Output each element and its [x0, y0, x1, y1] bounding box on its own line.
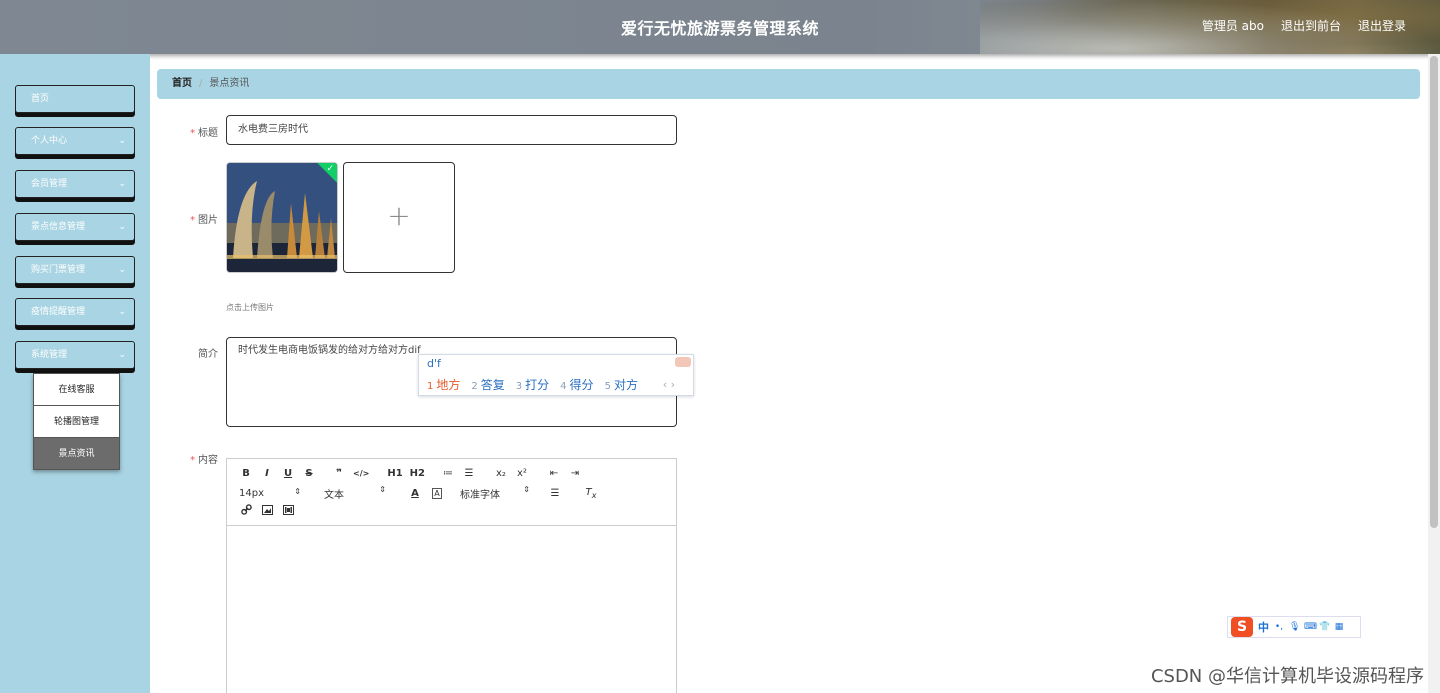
ime-mode-indicator[interactable]: 中	[1258, 619, 1269, 635]
content-label: * 内容	[190, 455, 218, 466]
sidebar-item-label: 个人中心	[31, 136, 68, 146]
h1-button[interactable]: H1	[387, 468, 402, 479]
background-color-icon[interactable]: A	[432, 488, 442, 499]
font-color-icon[interactable]: A	[408, 488, 422, 499]
breadcrumb: 首页 / 景点资讯	[157, 69, 1420, 99]
ordered-list-button[interactable]: ≔	[441, 468, 455, 479]
chevron-down-icon: ⌄	[118, 265, 126, 275]
sidebar-item-tickets[interactable]: 购买门票管理 ⌄	[15, 256, 135, 284]
sidebar-item-label: 系统管理	[31, 350, 68, 360]
breadcrumb-current: 景点资讯	[209, 78, 250, 89]
clear-format-icon[interactable]: Tx	[584, 487, 598, 500]
chevron-up-icon: ⌄	[118, 350, 126, 360]
system-submenu: 在线客服 轮播图管理 景点资讯	[33, 373, 120, 470]
ime-candidate[interactable]: 5 对方	[605, 376, 638, 393]
back-to-front-link[interactable]: 退出到前台	[1281, 17, 1341, 34]
breadcrumb-separator: /	[199, 78, 203, 89]
italic-button[interactable]: I	[260, 468, 274, 479]
ime-pinyin: d'f	[427, 357, 441, 370]
scenic-photo	[227, 163, 337, 272]
subscript-button[interactable]: x₂	[494, 468, 508, 479]
submenu-item-carousel[interactable]: 轮播图管理	[33, 405, 120, 438]
ime-page-arrows[interactable]: ‹ ›	[663, 378, 675, 391]
submenu-item-scenic-news[interactable]: 景点资讯	[33, 437, 120, 470]
sidebar-item-label: 购买门票管理	[31, 265, 86, 275]
sogou-logo-icon	[675, 357, 691, 367]
sidebar-item-profile[interactable]: 个人中心 ⌄	[15, 127, 135, 155]
ime-candidate-window: d'f 1 地方 2 答复 3 打分 4 得分 5 对方 ‹ ›	[418, 354, 694, 396]
title-input[interactable]: 水电费三房时代	[226, 115, 677, 145]
breadcrumb-home[interactable]: 首页	[172, 78, 192, 89]
block-type-select[interactable]: 文本 ⇕	[324, 485, 386, 501]
sidebar-item-epidemic[interactable]: 疫情提醒管理 ⌄	[15, 298, 135, 326]
scrollbar-thumb[interactable]	[1430, 56, 1438, 528]
sidebar-item-home[interactable]: 首页	[15, 85, 135, 113]
microphone-icon[interactable]: 🎙	[1289, 622, 1300, 632]
check-icon: ✓	[326, 164, 334, 174]
header-actions: 管理员 abo 退出到前台 退出登录	[1202, 17, 1406, 34]
punctuation-icon[interactable]: •,	[1274, 622, 1284, 632]
toolbox-icon[interactable]: ▦	[1334, 622, 1344, 632]
current-user: 管理员 abo	[1201, 19, 1264, 33]
image-label: * 图片	[190, 215, 218, 226]
uploaded-image-thumbnail[interactable]: ✓	[226, 162, 338, 273]
keyboard-icon[interactable]: ⌨	[1304, 622, 1317, 632]
align-icon[interactable]: ☰	[548, 488, 562, 499]
outdent-button[interactable]: ⇤	[547, 468, 561, 479]
sidebar-item-scenic-info[interactable]: 景点信息管理 ⌄	[15, 213, 135, 241]
page-scrollbar[interactable]	[1428, 54, 1440, 693]
link-icon[interactable]	[239, 504, 253, 518]
ime-status-bar: S 中 •, 🎙 ⌨ 👕 ▦	[1227, 616, 1361, 638]
h2-button[interactable]: H2	[410, 468, 425, 479]
top-header: 爱行无忧旅游票务管理系统 管理员 abo 退出到前台 退出登录	[0, 0, 1440, 54]
editor-toolbar: B I U S ❞ </> H1 H2 ≔ ☰ x₂ x² ⇤ ⇥ 14px ⇕ …	[227, 459, 676, 526]
ime-candidate[interactable]: 3 打分	[516, 376, 549, 393]
submenu-item-online-service[interactable]: 在线客服	[33, 373, 120, 406]
image-upload-button[interactable]: +	[343, 162, 455, 273]
image-icon[interactable]	[260, 504, 274, 518]
font-family-select[interactable]: 标准字体 ⇕	[460, 485, 530, 501]
blockquote-button[interactable]: ❞	[332, 468, 346, 479]
sidebar-item-label: 首页	[31, 94, 50, 104]
ime-candidate[interactable]: 2 答复	[471, 376, 504, 393]
toolbar-row-insert	[239, 504, 302, 518]
font-size-select[interactable]: 14px ⇕	[239, 487, 301, 499]
strike-button[interactable]: S	[302, 468, 316, 479]
plus-icon: +	[387, 199, 411, 232]
video-icon[interactable]	[281, 504, 295, 518]
ime-candidates: 1 地方 2 答复 3 打分 4 得分 5 对方	[427, 376, 638, 393]
toolbar-row-format: B I U S ❞ </> H1 H2 ≔ ☰ x₂ x² ⇤ ⇥	[239, 468, 589, 479]
chevron-down-icon: ⌄	[118, 136, 126, 146]
ime-candidate[interactable]: 4 得分	[560, 376, 593, 393]
upload-hint: 点击上传图片	[226, 303, 274, 312]
logout-link[interactable]: 退出登录	[1358, 17, 1406, 34]
ime-candidate[interactable]: 1 地方	[427, 376, 460, 393]
chevron-down-icon: ⌄	[118, 222, 126, 232]
watermark: CSDN @华信计算机毕设源码程序	[1150, 666, 1424, 687]
rich-text-editor: B I U S ❞ </> H1 H2 ≔ ☰ x₂ x² ⇤ ⇥ 14px ⇕ …	[226, 458, 677, 693]
sidebar-item-label: 疫情提醒管理	[31, 307, 86, 317]
select-arrow-icon: ⇕	[523, 485, 530, 494]
underline-button[interactable]: U	[281, 468, 295, 479]
toolbar-row-style: 14px ⇕ 文本 ⇕ A A 标准字体 ⇕ ☰ Tx	[239, 485, 605, 501]
sogou-icon[interactable]: S	[1231, 617, 1253, 637]
sidebar-item-label: 会员管理	[31, 179, 68, 189]
superscript-button[interactable]: x²	[515, 468, 529, 479]
title-label: * 标题	[190, 128, 218, 139]
bold-button[interactable]: B	[239, 468, 253, 479]
select-arrow-icon: ⇕	[294, 487, 301, 496]
chevron-down-icon: ⌄	[118, 307, 126, 317]
chevron-down-icon: ⌄	[118, 179, 126, 189]
code-button[interactable]: </>	[353, 469, 369, 478]
sidebar-item-label: 景点信息管理	[31, 222, 86, 232]
skin-icon[interactable]: 👕	[1319, 622, 1330, 632]
sidebar-item-members[interactable]: 会员管理 ⌄	[15, 170, 135, 198]
select-arrow-icon: ⇕	[379, 485, 386, 494]
indent-button[interactable]: ⇥	[568, 468, 582, 479]
sidebar-item-system[interactable]: 系统管理 ⌄	[15, 341, 135, 369]
intro-label: 简介	[198, 349, 218, 360]
bullet-list-button[interactable]: ☰	[462, 468, 476, 479]
